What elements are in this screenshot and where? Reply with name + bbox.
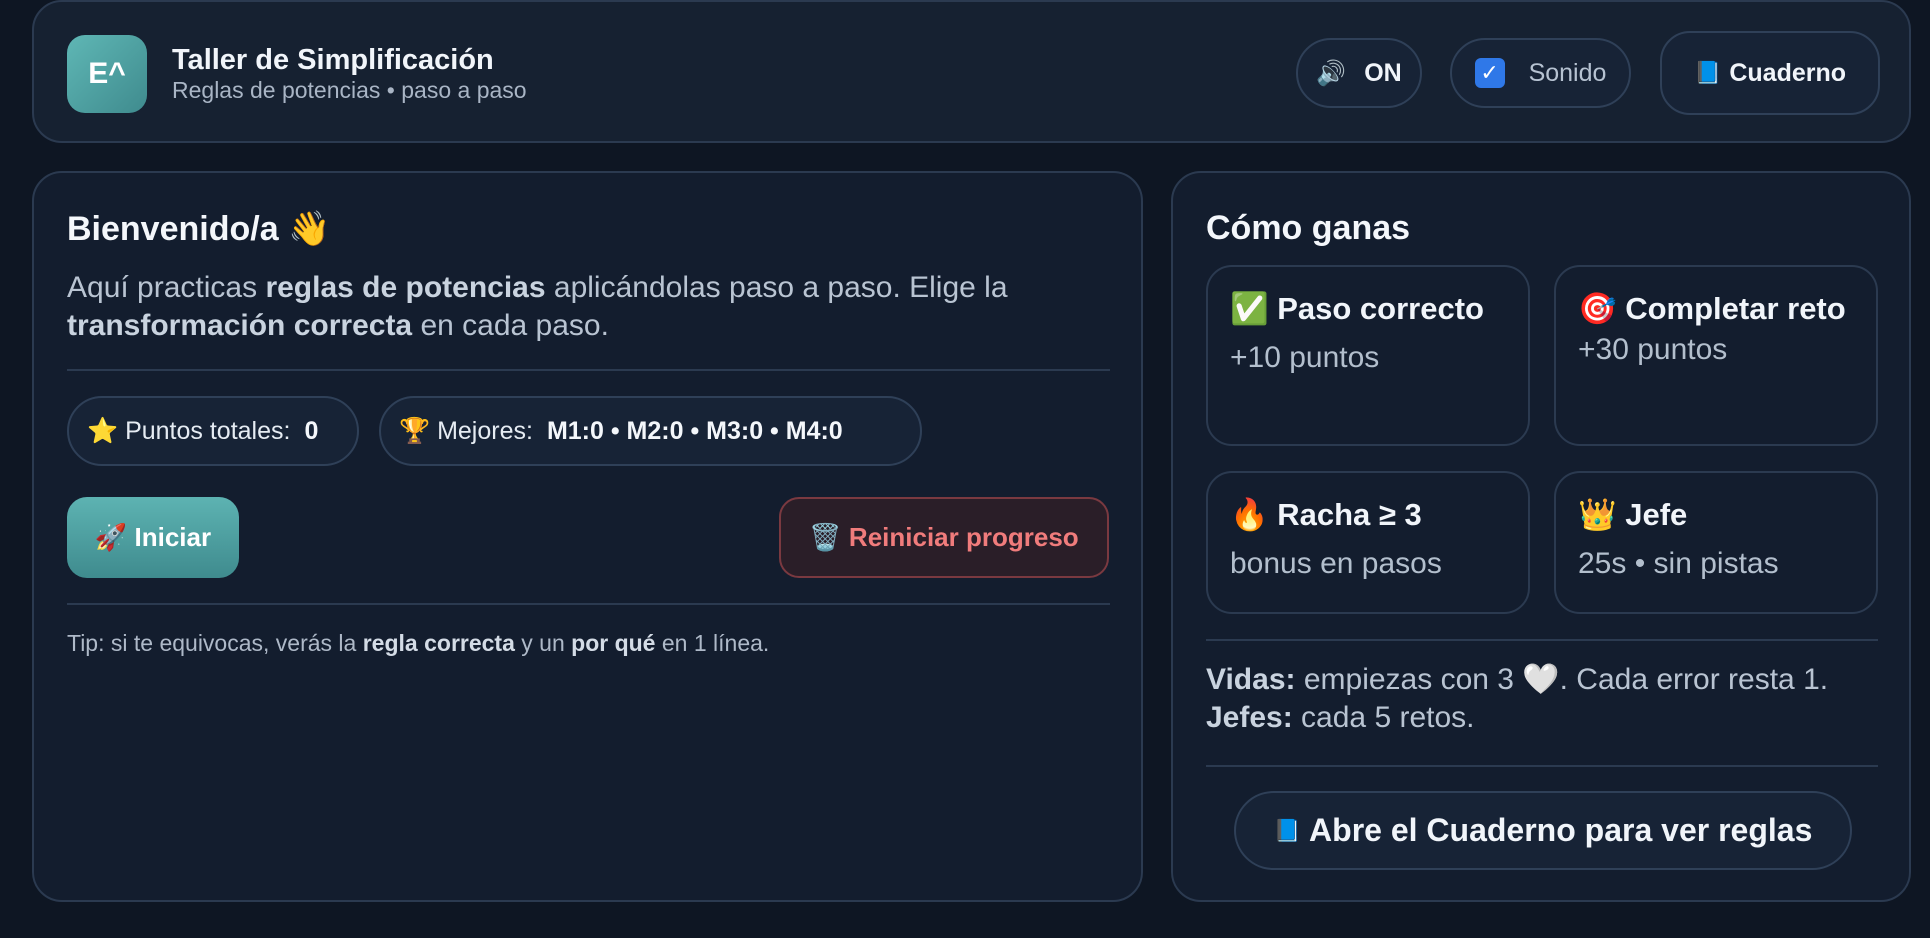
welcome-heading: Bienvenido/a 👋 (67, 210, 331, 248)
best-scores-value: M1:0 • M2:0 • M3:0 • M4:0 (546, 416, 843, 445)
how-to-win-heading: Cómo ganas (1206, 209, 1411, 247)
rule-card-title: 🎯 Completar reto (1578, 291, 1846, 326)
rule-card: ✅ Paso correcto +10 puntos (1206, 265, 1530, 446)
app-logo: E^ (67, 35, 147, 113)
rule-card-desc: 25s • sin pistas (1578, 547, 1779, 580)
rule-card-title: 👑 Jefe (1578, 497, 1688, 532)
best-scores-label: 🏆 Mejores: (399, 416, 533, 445)
tip-text: Tip: si te equivocas, verás la regla cor… (67, 630, 770, 656)
open-notebook-button[interactable]: 📘 Abre el Cuaderno para ver reglas (1234, 791, 1852, 870)
rule-card: 🔥 Racha ≥ 3 bonus en pasos (1206, 471, 1530, 614)
rule-card-title: 🔥 Racha ≥ 3 (1230, 497, 1422, 532)
best-scores-pill: 🏆 Mejores: M1:0 • M2:0 • M3:0 • M4:0 (379, 396, 922, 466)
sound-on-button[interactable]: 🔊 ON (1296, 38, 1422, 108)
rule-card-desc: bonus en pasos (1230, 547, 1442, 580)
divider (67, 369, 1110, 371)
notebook-label: Cuaderno (1729, 58, 1847, 87)
rule-card: 🎯 Completar reto +30 puntos (1554, 265, 1878, 446)
sound-toggle-label: Sonido (1528, 58, 1607, 87)
notebook-button[interactable]: 📘 Cuaderno (1660, 31, 1880, 115)
open-notebook-label: Abre el Cuaderno para ver reglas (1309, 812, 1813, 848)
reset-progress-button[interactable]: 🗑️ Reiniciar progreso (779, 497, 1109, 578)
app-header: E^ Taller de Simplificación Reglas de po… (32, 0, 1911, 143)
welcome-intro: Aquí practicas reglas de potencias aplic… (67, 271, 1008, 342)
app-title: Taller de Simplificación (172, 44, 494, 76)
how-to-win-panel: Cómo ganas ✅ Paso correcto +10 puntos 🎯 … (1171, 171, 1911, 902)
total-points-pill: ⭐ Puntos totales: 0 (67, 396, 359, 466)
rule-card-title: ✅ Paso correcto (1230, 291, 1484, 326)
divider (1206, 765, 1878, 767)
total-points-label: ⭐ Puntos totales: (87, 416, 291, 445)
lives-bosses-text: Vidas: empiezas con 3 🤍. Cada error rest… (1206, 663, 1829, 734)
rule-card-desc: +10 puntos (1230, 341, 1380, 374)
rule-card-desc: +30 puntos (1578, 333, 1728, 366)
sound-toggle[interactable]: ✓ Sonido (1450, 38, 1631, 108)
total-points-value: 0 (304, 416, 319, 445)
start-button[interactable]: 🚀 Iniciar (67, 497, 239, 578)
sound-on-label: ON (1364, 58, 1402, 87)
book-icon: 📘 (1273, 817, 1302, 843)
welcome-panel: Bienvenido/a 👋 Aquí practicas reglas de … (32, 171, 1143, 902)
divider (1206, 639, 1878, 641)
app-subtitle: Reglas de potencias • paso a paso (172, 77, 527, 103)
sound-checkbox[interactable]: ✓ (1474, 58, 1505, 88)
book-icon: 📘 (1693, 60, 1722, 85)
divider (67, 603, 1110, 605)
rule-card: 👑 Jefe 25s • sin pistas (1554, 471, 1878, 614)
speaker-icon: 🔊 (1316, 59, 1347, 87)
